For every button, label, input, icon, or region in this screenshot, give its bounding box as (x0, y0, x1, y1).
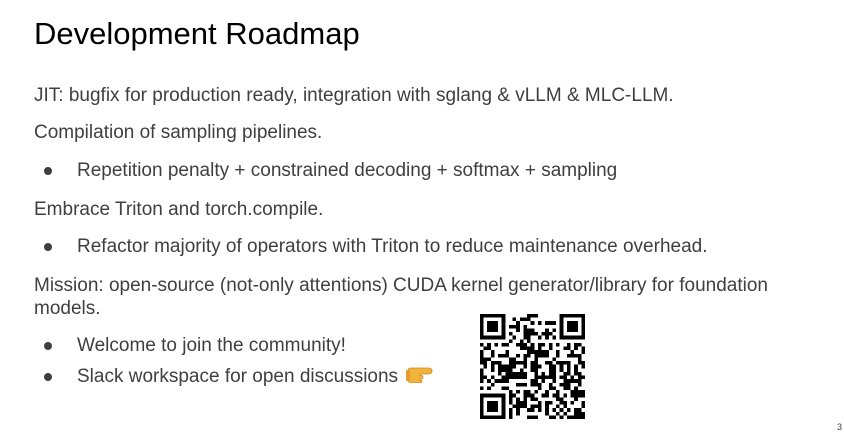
list-item: Welcome to join the community! (34, 335, 346, 357)
bullet-dot (44, 373, 52, 381)
qr-code[interactable] (480, 314, 585, 419)
list-item: Refactor majority of operators with Trit… (34, 236, 708, 258)
jit-line: JIT: bugfix for production ready, integr… (34, 85, 674, 106)
list-item-text: Repetition penalty + constrained decodin… (77, 160, 618, 181)
sampling-heading: Compilation of sampling pipelines. (34, 122, 323, 143)
slide: Development Roadmap JIT: bugfix for prod… (0, 0, 844, 432)
mission-text: Mission: open-source (not-only attention… (34, 275, 768, 319)
pointing-right-hand-icon (406, 365, 434, 389)
bullet-dot (44, 243, 52, 251)
bullet-dot (44, 342, 52, 350)
list-item-text: Slack workspace for open discussions (77, 366, 399, 387)
triton-heading: Embrace Triton and torch.compile. (34, 199, 324, 220)
list-item-text: Welcome to join the community! (77, 335, 346, 356)
bullet-dot (44, 167, 52, 175)
list-item: Repetition penalty + constrained decodin… (34, 160, 617, 182)
page-number: 3 (836, 422, 842, 432)
list-item: Slack workspace for open discussions (34, 365, 434, 389)
page-title: Development Roadmap (34, 16, 360, 51)
list-item-text: Refactor majority of operators with Trit… (77, 236, 708, 257)
